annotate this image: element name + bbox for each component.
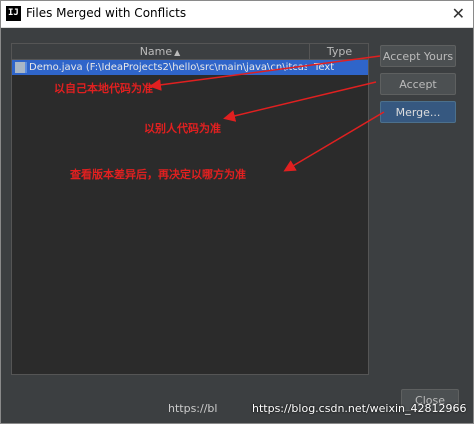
annotation-accept-theirs: 以别人代码为准 <box>144 122 221 135</box>
title-bar: IJ Files Merged with Conflicts ✕ <box>1 1 473 28</box>
java-file-icon <box>15 62 27 73</box>
watermark-url: https://blog.csdn.net/weixin_42812966 <box>252 402 467 415</box>
table-row[interactable]: Demo.java (F:\IdeaProjects2\hello\src\ma… <box>12 60 368 75</box>
window-close-icon[interactable]: ✕ <box>452 4 465 23</box>
annotation-merge: 查看版本差异后，再决定以哪方为准 <box>70 168 246 181</box>
accept-yours-button[interactable]: Accept Yours <box>380 45 456 67</box>
table-header: Name ▲ Type <box>12 44 368 60</box>
file-type-cell: Text <box>314 62 335 73</box>
column-header-name[interactable]: Name ▲ <box>12 44 308 59</box>
intellij-app-icon: IJ <box>6 6 21 21</box>
watermark-faded: https://bl <box>168 402 218 415</box>
sort-ascending-icon: ▲ <box>174 48 181 57</box>
file-name-cell: Demo.java (F:\IdeaProjects2\hello\src\ma… <box>29 62 307 73</box>
dialog-title: Files Merged with Conflicts <box>26 6 187 20</box>
column-header-type[interactable]: Type <box>309 44 369 59</box>
merge-button[interactable]: Merge... <box>380 101 456 123</box>
column-header-name-label: Name <box>139 45 173 58</box>
accept-theirs-button[interactable]: Accept Theirs <box>380 73 456 113</box>
merge-conflicts-dialog: IJ Files Merged with Conflicts ✕ Name ▲ T… <box>0 0 474 424</box>
annotation-accept-yours: 以自己本地代码为准 <box>54 82 153 95</box>
